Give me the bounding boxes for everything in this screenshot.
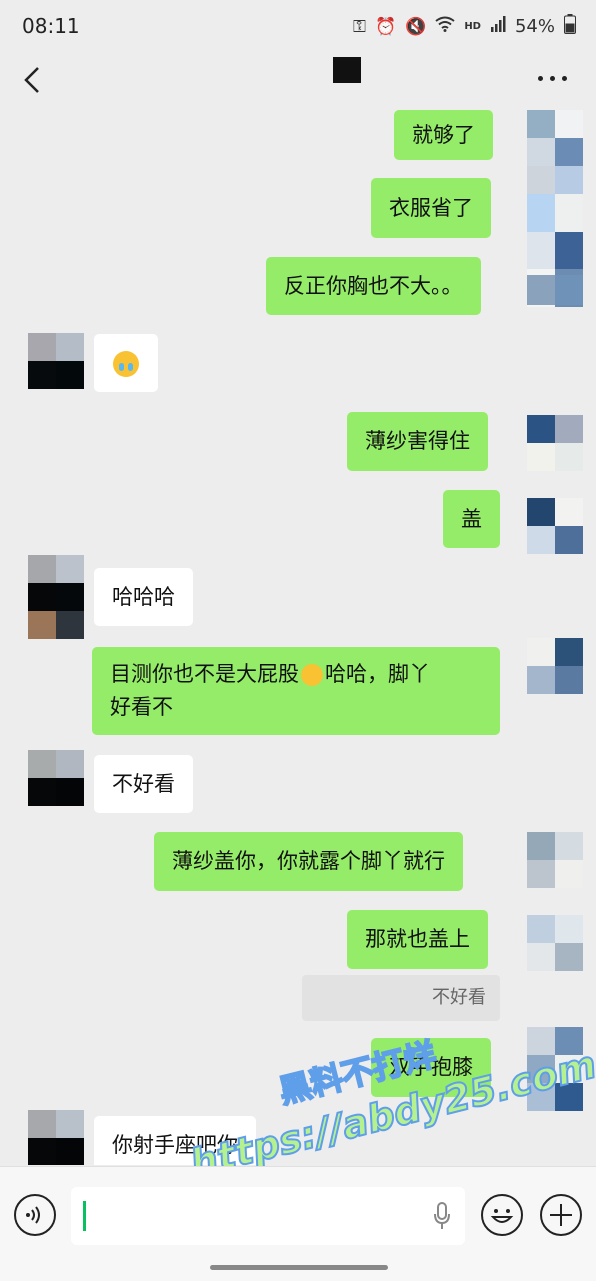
- wifi-icon: [435, 16, 455, 37]
- received-message[interactable]: 不好看: [94, 755, 193, 813]
- self-avatar[interactable]: [527, 275, 583, 305]
- received-message[interactable]: 你射手座吧你: [94, 1116, 256, 1165]
- sent-message[interactable]: 薄纱盖你，你就露个脚丫就行: [154, 832, 463, 891]
- self-avatar[interactable]: [527, 832, 583, 888]
- self-avatar[interactable]: [527, 110, 583, 194]
- message-list[interactable]: 就够了 衣服省了 反正你胸也不大。。 薄纱害得住 盖 哈哈哈 目测你也不是大屁股…: [0, 110, 596, 1165]
- status-icons: ⚿ ⏰ 🔇 HD 54%: [353, 14, 576, 39]
- voice-toggle-button[interactable]: [14, 1194, 56, 1236]
- smile-icon: [490, 1209, 514, 1223]
- chevron-left-icon: [24, 67, 39, 93]
- status-bar: 08:11 ⚿ ⏰ 🔇 HD 54%: [0, 0, 596, 52]
- sent-message[interactable]: 薄纱害得住: [347, 412, 488, 471]
- battery-percent: 54%: [514, 16, 555, 37]
- more-actions-button[interactable]: [540, 1194, 582, 1236]
- signal-icon: [490, 16, 506, 37]
- dot-icon: [538, 75, 543, 81]
- sent-message[interactable]: 反正你胸也不大。。: [266, 257, 481, 315]
- self-avatar[interactable]: [527, 915, 583, 971]
- home-indicator[interactable]: [210, 1265, 388, 1270]
- emoji-button[interactable]: [481, 1194, 523, 1236]
- contact-avatar[interactable]: [28, 750, 84, 806]
- input-bar: [0, 1166, 596, 1281]
- alarm-icon: ⏰: [374, 16, 397, 37]
- self-avatar[interactable]: [527, 415, 583, 471]
- battery-icon: [564, 14, 576, 39]
- status-time: 08:11: [22, 14, 80, 38]
- quoted-message[interactable]: 不好看: [302, 975, 500, 1021]
- sent-message[interactable]: 衣服省了: [371, 178, 491, 238]
- dot-icon: [562, 75, 567, 81]
- mute-icon: 🔇: [405, 16, 427, 37]
- chat-title-redacted: [333, 57, 361, 83]
- message-input[interactable]: [71, 1187, 465, 1245]
- back-button[interactable]: [18, 60, 54, 100]
- crying-emoji-icon: [113, 351, 139, 377]
- key-icon: ⚿: [353, 16, 366, 37]
- text-cursor: [83, 1201, 86, 1231]
- self-avatar[interactable]: [527, 638, 583, 694]
- sent-message[interactable]: 目测你也不是大屁股 哈哈，脚丫 好看不: [92, 647, 500, 735]
- dot-icon: [550, 75, 555, 81]
- contact-avatar[interactable]: [28, 1110, 84, 1165]
- sent-message[interactable]: 就够了: [394, 110, 493, 160]
- network-type-label: HD: [464, 21, 481, 32]
- chat-header: [0, 52, 596, 110]
- sent-message[interactable]: 那就也盖上: [347, 910, 488, 969]
- voice-wave-icon: [26, 1206, 40, 1224]
- more-options-button[interactable]: [538, 72, 570, 84]
- received-message[interactable]: [94, 334, 158, 392]
- self-avatar[interactable]: [527, 1027, 583, 1111]
- received-message[interactable]: 哈哈哈: [94, 568, 193, 626]
- contact-avatar[interactable]: [28, 333, 84, 389]
- contact-avatar[interactable]: [28, 555, 84, 639]
- sent-message[interactable]: 盖: [443, 490, 500, 548]
- laughing-emoji-icon: [301, 664, 323, 686]
- sent-message[interactable]: 双手抱膝: [371, 1038, 491, 1097]
- self-avatar[interactable]: [527, 498, 583, 554]
- microphone-icon[interactable]: [433, 1202, 451, 1230]
